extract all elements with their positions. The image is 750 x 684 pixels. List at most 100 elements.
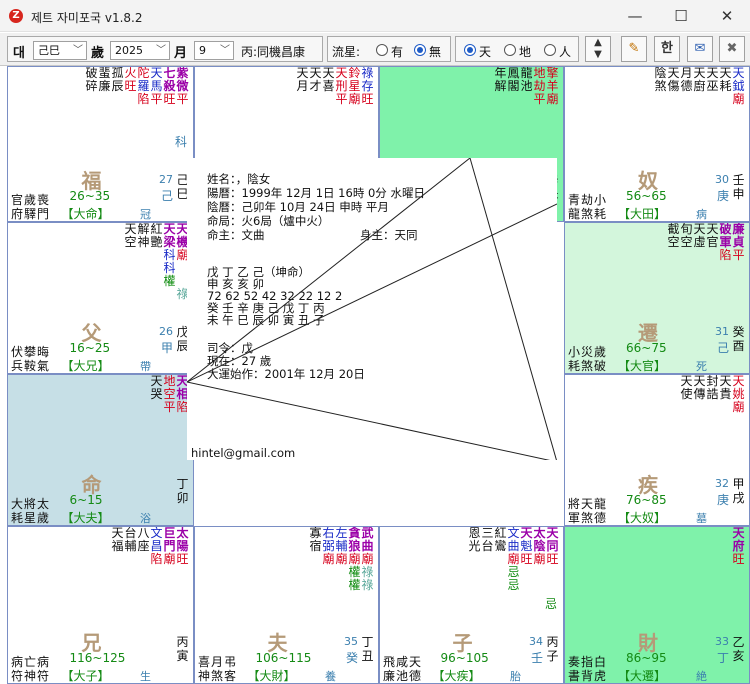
star-column: 截空	[667, 223, 680, 262]
close-button[interactable]: ✕	[704, 0, 750, 32]
star-list: 天空解神紅艷天梁科科權天機廟祿	[124, 223, 189, 301]
up-down-spinner-icon[interactable]: ▲ ▼	[585, 36, 611, 62]
stem-branch: 乙亥	[732, 635, 745, 663]
palace-mao[interactable]: 天哭地空平天相陷命 6~15 【大夫】浴大將太 耗星歲丁卯	[7, 374, 194, 526]
mail-icon[interactable]: ✉	[687, 36, 713, 62]
star-column: 陀羅陷	[137, 67, 150, 106]
palace-number: 31	[715, 325, 729, 338]
star-char: 旺	[546, 552, 559, 566]
star-column: 天巫	[706, 67, 719, 106]
star-char: 廟	[335, 552, 348, 566]
settings-icon[interactable]: ✖	[719, 36, 745, 62]
extra-marker: 科	[174, 135, 187, 149]
life-stage: 死	[696, 360, 707, 373]
edit-icon[interactable]: ✎	[621, 36, 647, 62]
life-stage: 冠	[140, 208, 151, 221]
life-stage: 墓	[696, 512, 707, 525]
age-range: 56~65	[626, 189, 667, 203]
star-list: 天哭地空平天相陷	[150, 375, 189, 414]
month-select[interactable]: 9 ﹀	[194, 41, 234, 60]
da-xian-stem: 癸	[345, 651, 358, 665]
star-column: 台輔	[124, 527, 137, 566]
chevron-down-icon: ﹀	[156, 45, 166, 56]
star-char: 旺	[361, 92, 374, 106]
star-char: 傳	[693, 387, 706, 401]
radio-di[interactable]	[504, 44, 516, 56]
age-range: 26~35	[69, 189, 111, 203]
star-column: 天馬平	[150, 67, 163, 106]
star-column: 月德	[680, 67, 693, 106]
palace-number: 26	[159, 325, 173, 338]
palace-chen[interactable]: 天空解神紅艷天梁科科權天機廟祿父 16~25 【大兄】帶伏攀晦 兵鞍氣 26 戊辰甲	[7, 222, 194, 374]
palace-chou[interactable]: 寡宿右弼廟左輔廟貪狼廟權權武曲廟祿祿夫 106~115 【大財】養喜月弔 神煞客 35 丁…	[194, 526, 379, 684]
radio-ren[interactable]	[544, 44, 556, 56]
star-char: 煞	[654, 79, 667, 93]
star-column: 天梁科科權	[163, 223, 176, 301]
palace-yin[interactable]: 天福台輔八座文昌陷巨門廟太陽旺兄 116~125 【大子】生病亡病 符神符丙寅	[7, 526, 194, 684]
lunar-info: 丙:同機昌康	[241, 45, 306, 59]
star-char: 鸞	[494, 539, 507, 553]
palace-zi[interactable]: 恩光三台紅鸞文曲廟忌忌天魁旺太陰廟天同旺忌子 96~105 【大疾】胎飛咸天 廉池德 3…	[379, 526, 564, 684]
palace-number: 35	[344, 635, 358, 648]
life-stage: 浴	[140, 512, 151, 525]
title-bar: Z 제트 자미포국 v1.8.2 — ☐ ✕	[0, 0, 750, 32]
star-column: 天耗	[719, 67, 732, 106]
palace-xu[interactable]: 天使天傳封誥天貴天姚廟疾 76~85 【大奴】墓將天龍 軍煞德 32 甲戌庚	[564, 374, 750, 526]
age-range: 116~125	[69, 651, 126, 665]
minor-stars: 神煞客	[198, 669, 238, 683]
stem-branch: 甲戌	[732, 477, 745, 505]
radio-wu[interactable]	[414, 44, 426, 56]
star-column: 三台	[481, 527, 494, 592]
radio-you-label: 有	[391, 45, 404, 59]
life-stage: 帶	[140, 360, 151, 373]
life-stage: 病	[696, 208, 707, 221]
stem-branch: 丁丑	[361, 635, 374, 663]
radio-tian[interactable]	[464, 44, 476, 56]
star-column: 文昌陷	[150, 527, 163, 566]
palace-hai[interactable]: 天府旺財 86~95 【大遷】絶奏指白 書背虎 33 乙亥丁	[564, 526, 750, 684]
star-char: 辰	[111, 79, 124, 93]
star-column: 太陽旺	[176, 527, 189, 566]
star-char: 廟	[732, 92, 745, 106]
star-char: 虛	[693, 235, 706, 249]
star-column: 天福	[111, 527, 124, 566]
star-char: 祿	[361, 578, 374, 592]
date-selector-group: 대 己巳 ﹀ 歲 2025 ﹀ 月 9 ﹀ 丙:同機昌康	[7, 36, 323, 62]
da-xian-label: 【大奴】	[618, 511, 667, 525]
year-select[interactable]: 2025 ﹀	[110, 41, 170, 60]
star-column: 火旺	[124, 67, 137, 106]
year-ganzhi-select[interactable]: 己巳 ﹀	[33, 41, 87, 60]
minimize-button[interactable]: —	[612, 0, 658, 32]
minor-stars: 府驛門	[11, 207, 51, 221]
star-column: 天傷	[667, 67, 680, 106]
stem-branch: 癸酉	[732, 325, 745, 353]
star-char: 耗	[719, 79, 732, 93]
star-char: 廟	[546, 92, 559, 106]
da-xian-label: 【大兄】	[61, 359, 110, 373]
dae-label: 대	[13, 46, 25, 61]
palace-you[interactable]: 截空旬空天虛天官破軍陷廉貞平遷 66~75 【大官】死小災歲 耗煞破 31 癸酉己	[564, 222, 750, 374]
palace-shen[interactable]: 陰煞天傷月德天廚天巫天耗天鉞廟奴 56~65 【大田】病青劫小 龍煞耗 30 壬申庚	[564, 66, 750, 222]
minor-stars: 兵鞍氣	[11, 359, 51, 373]
star-column: 太陰廟	[533, 527, 546, 592]
star-char: 陷	[137, 92, 150, 106]
sanfang-lines	[187, 158, 557, 460]
star-char: 平	[732, 248, 745, 262]
palace-number: 32	[715, 477, 729, 490]
radio-you[interactable]	[376, 44, 388, 56]
star-column: 天使	[680, 375, 693, 414]
extra-marker: 忌	[544, 597, 557, 611]
star-char: 空	[667, 235, 680, 249]
star-list: 天月天才天喜天刑平鈴星廟祿存旺	[296, 67, 374, 106]
hangul-button[interactable]: 한	[654, 36, 680, 62]
star-column: 地劫平	[533, 67, 546, 106]
star-char: 陷	[150, 552, 163, 566]
da-xian-label: 【大命】	[61, 207, 110, 221]
window-title: 제트 자미포국 v1.8.2	[31, 11, 143, 25]
star-char: 哭	[150, 387, 163, 401]
maximize-button[interactable]: ☐	[658, 0, 704, 32]
palace-si[interactable]: 破碎蜚廉孤辰火旺陀羅陷天馬平七殺旺紫微平科福 26~35 【大命】冠官歲喪 府驛門 27…	[7, 66, 194, 222]
star-column: 天貴	[719, 375, 732, 414]
star-char: 廟	[163, 552, 176, 566]
star-list: 寡宿右弼廟左輔廟貪狼廟權權武曲廟祿祿	[309, 527, 374, 592]
